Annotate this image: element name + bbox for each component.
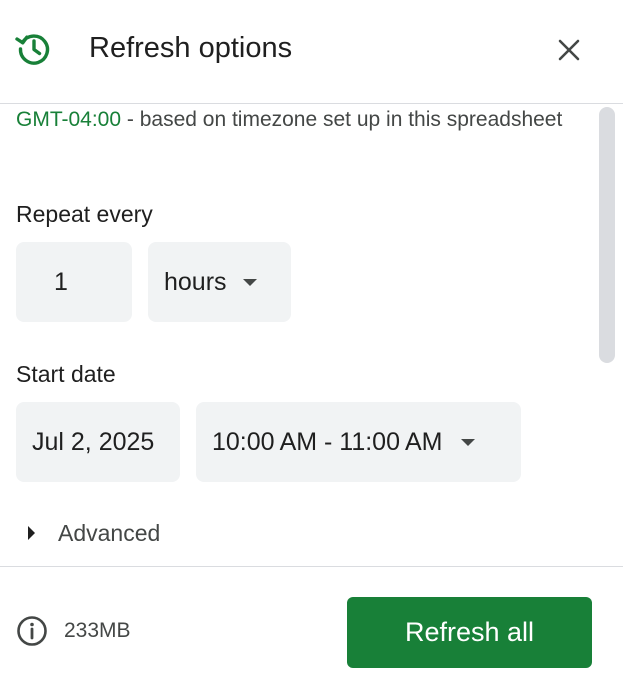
advanced-toggle[interactable]: Advanced — [28, 518, 160, 548]
content-scrollbar[interactable] — [599, 107, 615, 363]
timezone-note: GMT-04:00 - based on timezone set up in … — [16, 105, 576, 134]
start-date-value: Jul 2, 2025 — [32, 427, 155, 456]
repeat-count-value: 1 — [54, 267, 68, 296]
options-content: GMT-04:00 - based on timezone set up in … — [0, 105, 623, 566]
start-date-label: Start date — [16, 361, 116, 387]
timezone-value: GMT-04:00 — [16, 108, 122, 131]
start-date-picker[interactable]: Jul 2, 2025 — [16, 402, 180, 482]
panel-footer: 233MB Refresh all — [0, 566, 623, 687]
close-icon — [558, 39, 580, 61]
chevron-down-icon — [242, 278, 257, 286]
clock-refresh-icon — [15, 34, 50, 65]
time-range-dropdown[interactable]: 10:00 AM - 11:00 AM — [196, 402, 521, 482]
panel-title: Refresh options — [89, 32, 293, 64]
refresh-options-panel: Refresh options GMT-04:00 - based on tim… — [0, 0, 623, 687]
repeat-unit-dropdown[interactable]: hours — [148, 242, 291, 322]
advanced-label: Advanced — [58, 519, 161, 546]
info-icon — [17, 616, 47, 646]
panel-header: Refresh options — [0, 0, 623, 104]
chevron-down-icon — [460, 438, 475, 446]
time-range-value: 10:00 AM - 11:00 AM — [212, 427, 443, 456]
repeat-every-label: Repeat every — [16, 201, 153, 227]
repeat-count-input[interactable]: 1 — [16, 242, 132, 322]
refresh-all-button[interactable]: Refresh all — [347, 597, 592, 668]
close-button[interactable] — [549, 30, 589, 70]
repeat-unit-value: hours — [164, 267, 227, 296]
expand-arrow-icon — [28, 526, 35, 540]
data-size-label: 233MB — [64, 619, 131, 642]
timezone-description: - based on timezone set up in this sprea… — [121, 108, 563, 131]
